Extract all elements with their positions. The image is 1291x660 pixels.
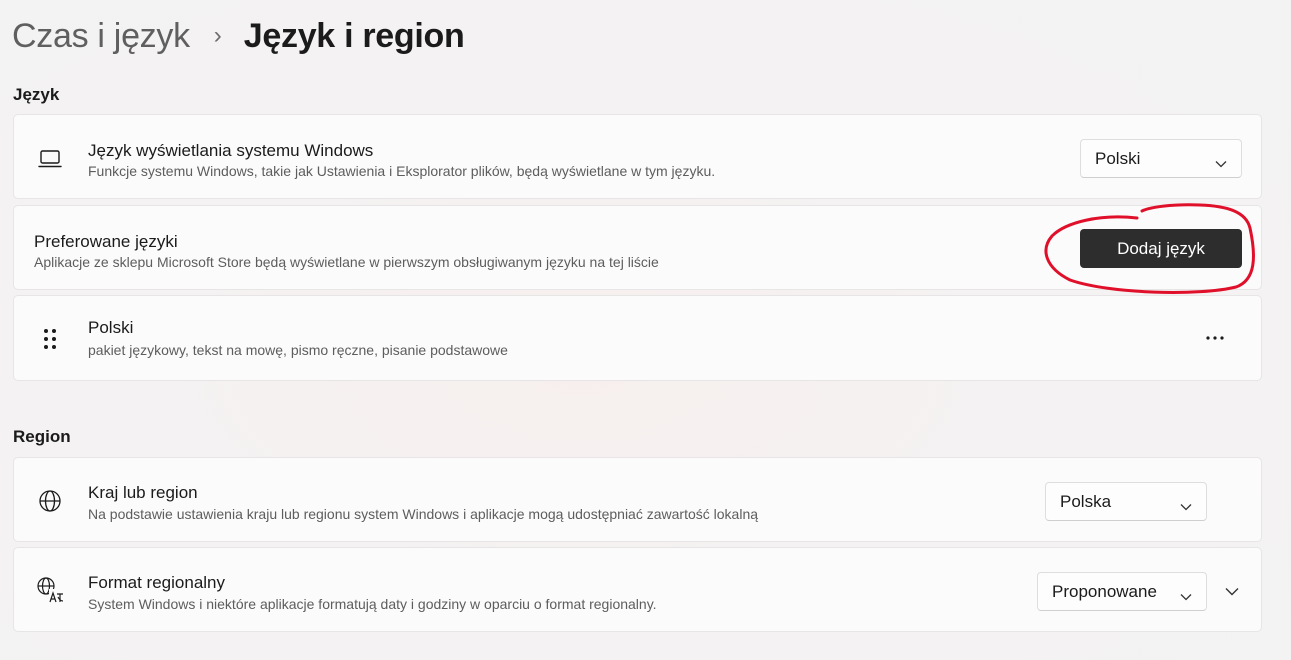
preferred-languages-description: Aplikacje ze sklepu Microsoft Store będą…	[34, 254, 659, 270]
country-region-card: Kraj lub region Na podstawie ustawienia …	[13, 457, 1262, 542]
chevron-down-icon	[1215, 153, 1227, 173]
language-name: Polski	[88, 318, 134, 337]
expand-chevron-icon[interactable]	[1217, 576, 1247, 606]
section-title-language: Język	[13, 85, 60, 104]
language-list-item[interactable]: Polski pakiet językowy, tekst na mowę, p…	[13, 295, 1262, 381]
more-options-icon[interactable]	[1197, 323, 1233, 353]
regional-format-dropdown[interactable]: Proponowane	[1037, 572, 1207, 611]
country-region-dropdown[interactable]: Polska	[1045, 482, 1207, 521]
settings-page: Czas i język › Język i region Język Języ…	[0, 0, 1291, 660]
display-language-title: Język wyświetlania systemu Windows	[88, 141, 374, 160]
regional-format-card[interactable]: Format regionalny System Windows i niekt…	[13, 547, 1262, 632]
regional-format-dropdown-value: Proponowane	[1052, 581, 1157, 601]
breadcrumb-separator: ›	[213, 22, 222, 49]
display-language-card: Język wyświetlania systemu Windows Funkc…	[13, 114, 1262, 199]
language-features: pakiet językowy, tekst na mowę, pismo rę…	[88, 342, 508, 358]
section-title-region: Region	[13, 427, 71, 446]
preferred-languages-card: Preferowane języki Aplikacje ze sklepu M…	[13, 205, 1262, 290]
breadcrumb-parent-link[interactable]: Czas i język	[12, 17, 190, 56]
chevron-down-icon	[1180, 586, 1192, 606]
preferred-languages-title: Preferowane języki	[34, 232, 178, 251]
globe-icon	[36, 487, 64, 515]
regional-format-description: System Windows i niektóre aplikacje form…	[88, 596, 657, 612]
display-language-dropdown-value: Polski	[1095, 148, 1141, 168]
breadcrumb: Czas i język › Język i region	[12, 14, 465, 58]
add-language-button[interactable]: Dodaj język	[1080, 229, 1242, 268]
country-region-description: Na podstawie ustawienia kraju lub region…	[88, 506, 759, 522]
regional-format-title: Format regionalny	[88, 573, 226, 592]
page-title: Język i region	[243, 16, 465, 55]
display-language-dropdown[interactable]: Polski	[1080, 139, 1242, 178]
country-region-title: Kraj lub region	[88, 483, 198, 502]
language-format-icon	[36, 576, 64, 604]
drag-handle-icon[interactable]	[36, 325, 64, 353]
chevron-down-icon	[1180, 496, 1192, 516]
country-region-dropdown-value: Polska	[1060, 491, 1112, 511]
display-language-description: Funkcje systemu Windows, takie jak Ustaw…	[88, 163, 716, 179]
laptop-icon	[36, 145, 64, 173]
